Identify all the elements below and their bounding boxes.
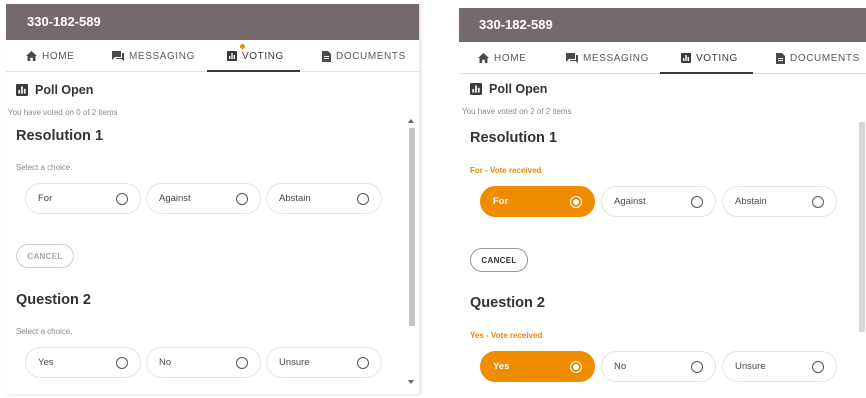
choice-for[interactable]: For [25, 183, 141, 214]
nav-bar: HOME MESSAGING VOTING DOCUMENTS [6, 40, 419, 72]
choice-label: No [614, 361, 627, 372]
radio-icon [812, 360, 824, 373]
cancel-button[interactable]: CANCEL [470, 248, 528, 272]
active-tab-indicator [660, 72, 753, 74]
scrollbar[interactable] [407, 116, 417, 390]
choice-label: Unsure [279, 357, 310, 368]
radio-icon [116, 192, 128, 205]
tab-voting-label: VOTING [696, 52, 738, 64]
choice-label: Abstain [735, 196, 767, 207]
radio-icon [691, 195, 703, 208]
tab-home[interactable]: HOME [26, 40, 74, 72]
section-title: Resolution 1 [470, 130, 558, 146]
tab-messaging[interactable]: MESSAGING [112, 40, 195, 72]
choice-no[interactable]: No [146, 347, 261, 378]
choice-label: Abstain [279, 193, 311, 204]
scroll-thumb[interactable] [859, 122, 865, 332]
chat-icon [112, 51, 124, 61]
section-title: Resolution 1 [16, 128, 104, 144]
tab-messaging[interactable]: MESSAGING [566, 42, 649, 74]
poll-icon [681, 53, 691, 63]
choice-label: No [159, 357, 172, 368]
radio-icon [236, 356, 248, 369]
home-icon [26, 51, 37, 61]
tab-documents-label: DOCUMENTS [336, 50, 406, 62]
radio-icon [570, 360, 582, 373]
choice-against[interactable]: Against [146, 183, 261, 214]
choice-label: For [38, 193, 53, 204]
choice-abstain[interactable]: Abstain [266, 183, 382, 214]
tab-voting-label: VOTING [242, 50, 284, 62]
poll-panel-before-vote: 330-182-589 HOME MESSAGING VOTING DOCUME [6, 4, 420, 394]
home-icon [478, 53, 489, 63]
poll-icon [227, 51, 237, 61]
nav-bar: HOME MESSAGING VOTING DOCUMENTS [459, 42, 866, 74]
tab-messaging-label: MESSAGING [129, 50, 195, 62]
tab-home-label: HOME [42, 50, 75, 62]
meeting-id-header: 330-182-589 [459, 8, 866, 42]
choice-unsure[interactable]: Unsure [266, 347, 382, 378]
scroll-up-arrow[interactable] [408, 119, 414, 123]
tab-documents[interactable]: DOCUMENTS [322, 40, 406, 72]
tab-messaging-label: MESSAGING [583, 52, 649, 64]
radio-icon [357, 192, 369, 205]
tab-voting[interactable]: VOTING [681, 42, 738, 74]
tab-documents-label: DOCUMENTS [790, 52, 860, 64]
poll-icon [16, 84, 28, 96]
choice-yes[interactable]: Yes [25, 347, 141, 378]
vote-received-text: For - Vote received [470, 166, 542, 175]
voted-progress-text: You have voted on 0 of 2 items [8, 108, 118, 117]
tab-documents[interactable]: DOCUMENTS [776, 42, 860, 74]
choice-label: Against [614, 196, 646, 207]
voted-progress-text: You have voted on 2 of 2 items [462, 107, 572, 116]
tab-voting[interactable]: VOTING [227, 40, 284, 72]
poll-status-label: Poll Open [489, 82, 548, 96]
choice-label: Yes [38, 357, 54, 368]
poll-icon [470, 83, 482, 95]
tab-home-label: HOME [494, 52, 527, 64]
radio-icon [691, 360, 703, 373]
section-title: Question 2 [16, 292, 91, 308]
choice-for[interactable]: For [480, 186, 595, 217]
radio-icon [357, 356, 369, 369]
section-title: Question 2 [470, 295, 545, 311]
chat-icon [566, 53, 578, 63]
choice-unsure[interactable]: Unsure [722, 351, 837, 382]
section-helper: Select a choice. [16, 163, 73, 172]
radio-icon [236, 192, 248, 205]
active-tab-indicator [207, 70, 300, 72]
poll-status-label: Poll Open [35, 83, 94, 97]
radio-icon [570, 195, 582, 208]
choice-label: Yes [493, 361, 510, 372]
scrollbar[interactable] [857, 118, 866, 398]
radio-icon [812, 195, 824, 208]
choice-label: Unsure [735, 361, 766, 372]
scroll-down-arrow[interactable] [408, 380, 414, 384]
scroll-thumb[interactable] [409, 128, 415, 326]
choice-label: For [493, 196, 509, 207]
notification-dot [240, 44, 245, 49]
choice-yes[interactable]: Yes [480, 351, 595, 382]
meeting-id-header: 330-182-589 [6, 4, 419, 40]
document-icon [322, 50, 331, 62]
tab-home[interactable]: HOME [478, 42, 526, 74]
radio-icon [116, 356, 128, 369]
choice-no[interactable]: No [601, 351, 716, 382]
section-helper: Select a choice. [16, 327, 73, 336]
document-icon [776, 52, 785, 64]
choice-against[interactable]: Against [601, 186, 716, 217]
choice-abstain[interactable]: Abstain [722, 186, 837, 217]
vote-received-text: Yes - Vote received [470, 331, 543, 340]
poll-status: Poll Open [16, 83, 93, 97]
poll-status: Poll Open [470, 82, 547, 96]
poll-panel-after-vote: 330-182-589 HOME MESSAGING VOTING DOCUME… [459, 8, 866, 398]
choice-label: Against [159, 193, 191, 204]
cancel-button[interactable]: CANCEL [16, 244, 74, 268]
